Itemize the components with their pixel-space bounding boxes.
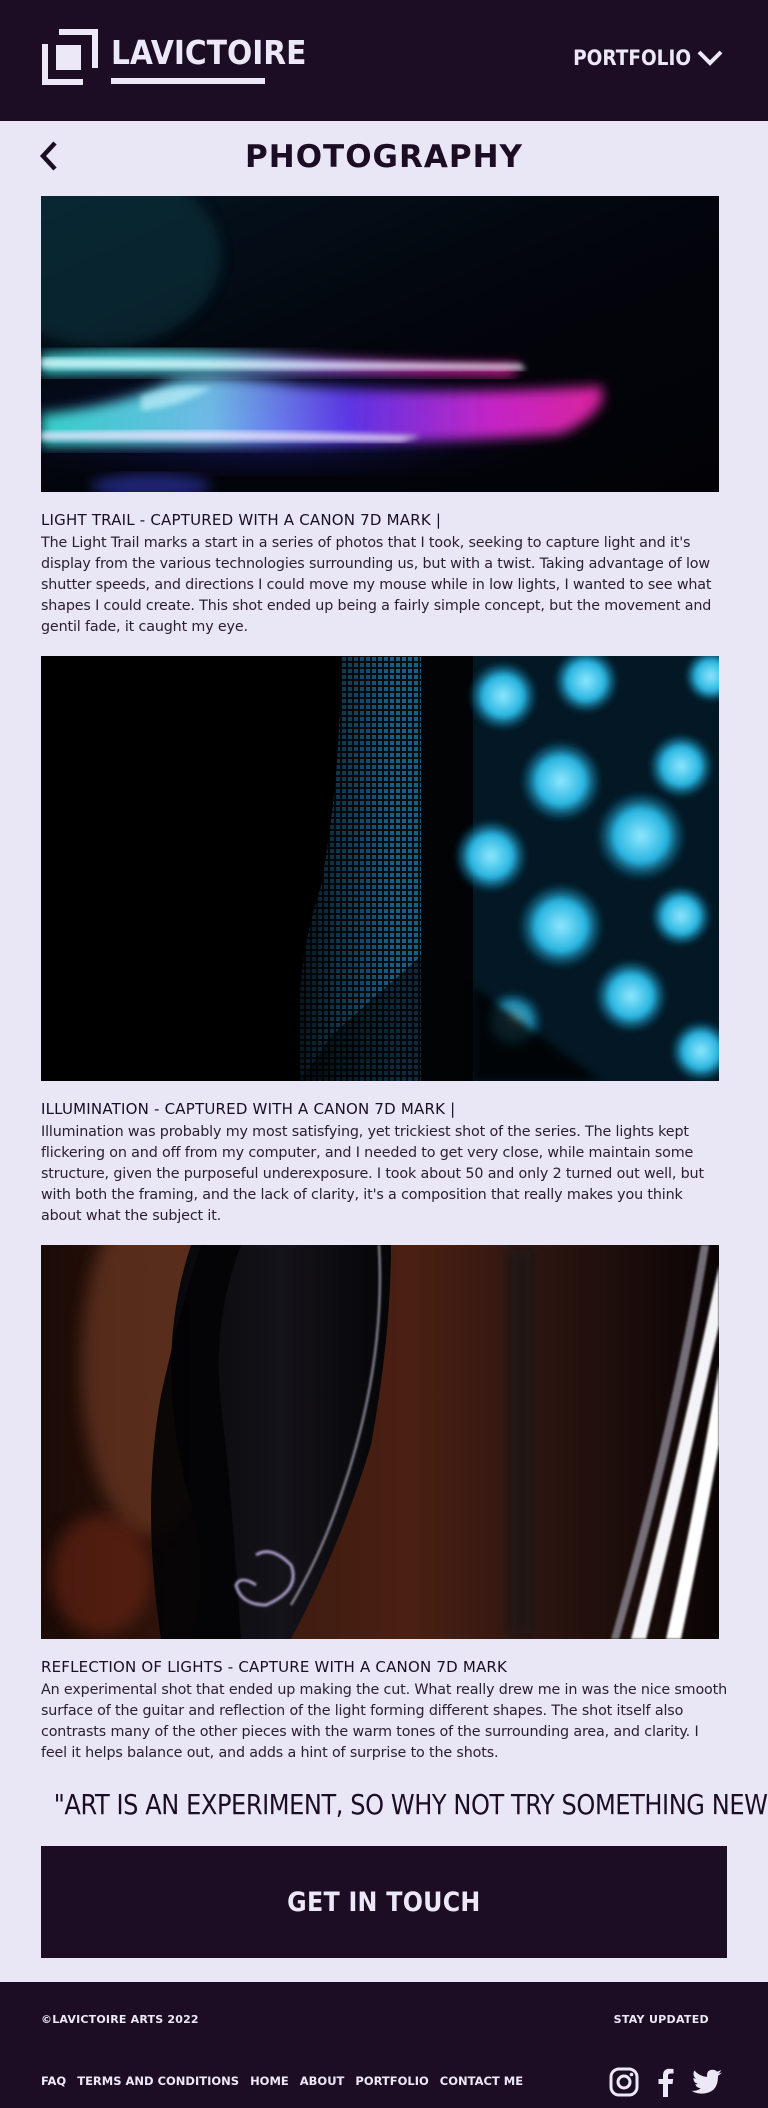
reflection-of-lights-photo [41,1245,719,1639]
photo-entry-illumination: ILLUMINATION - CAPTURED WITH A CANON 7D … [0,656,768,1227]
title-row: PHOTOGRAPHY [0,121,768,196]
illumination-photo [41,656,719,1081]
facebook-icon[interactable] [655,2067,675,2097]
site-footer: ©LAVICTOIRE ARTS 2022 STAY UPDATED FAQ T… [0,1982,768,2108]
logo-underline [111,78,265,84]
footer-link-home[interactable]: HOME [250,2074,289,2088]
photo-entry-light-trail: LIGHT TRAIL - CAPTURED WITH A CANON 7D M… [0,196,768,638]
footer-link-contact[interactable]: CONTACT ME [440,2074,523,2088]
portfolio-dropdown-label: PORTFOLIO [573,46,691,70]
photo-description: The Light Trail marks a start in a serie… [41,535,712,635]
light-trail-photo [41,196,719,492]
stay-updated-label: STAY UPDATED [613,2013,709,2026]
get-in-touch-label: GET IN TOUCH [287,1886,481,1918]
photo-title: REFLECTION OF LIGHTS - CAPTURE WITH A CA… [41,1658,508,1676]
main-content: PHOTOGRAPHY LIGHT TRAIL - CAPTURED WITH … [0,121,768,1958]
site-header: LAVICTOIRE PORTFOLIO [0,0,768,121]
chevron-down-icon [697,50,723,66]
page-title: PHOTOGRAPHY [245,139,523,175]
logo-text: LAVICTOIRE [111,33,307,72]
footer-link-about[interactable]: ABOUT [300,2074,345,2088]
instagram-icon[interactable] [609,2067,639,2097]
footer-link-faq[interactable]: FAQ [41,2074,66,2088]
footer-nav: FAQ TERMS AND CONDITIONS HOME ABOUT PORT… [41,2074,534,2088]
social-links [593,2067,723,2097]
photo-description: Illumination was probably my most satisf… [41,1124,704,1224]
portfolio-dropdown[interactable]: PORTFOLIO [557,46,723,70]
photo-description: An experimental shot that ended up makin… [41,1682,728,1761]
photo-title: ILLUMINATION - CAPTURED WITH A CANON 7D … [41,1100,456,1118]
photo-entry-reflection-of-lights: REFLECTION OF LIGHTS - CAPTURE WITH A CA… [0,1245,768,1764]
copyright: ©LAVICTOIRE ARTS 2022 [41,2013,199,2026]
get-in-touch-button[interactable]: GET IN TOUCH [41,1846,727,1958]
logo[interactable]: LAVICTOIRE [41,28,328,86]
twitter-icon[interactable] [691,2068,723,2096]
footer-link-portfolio[interactable]: PORTFOLIO [355,2074,428,2088]
logo-wordmark: LAVICTOIRE [111,36,328,84]
photo-title: LIGHT TRAIL - CAPTURED WITH A CANON 7D M… [41,511,442,529]
quote: "ART IS AN EXPERIMENT, SO WHY NOT TRY SO… [53,1788,768,1821]
logo-mark-icon [41,28,99,86]
footer-link-terms[interactable]: TERMS AND CONDITIONS [77,2074,239,2088]
